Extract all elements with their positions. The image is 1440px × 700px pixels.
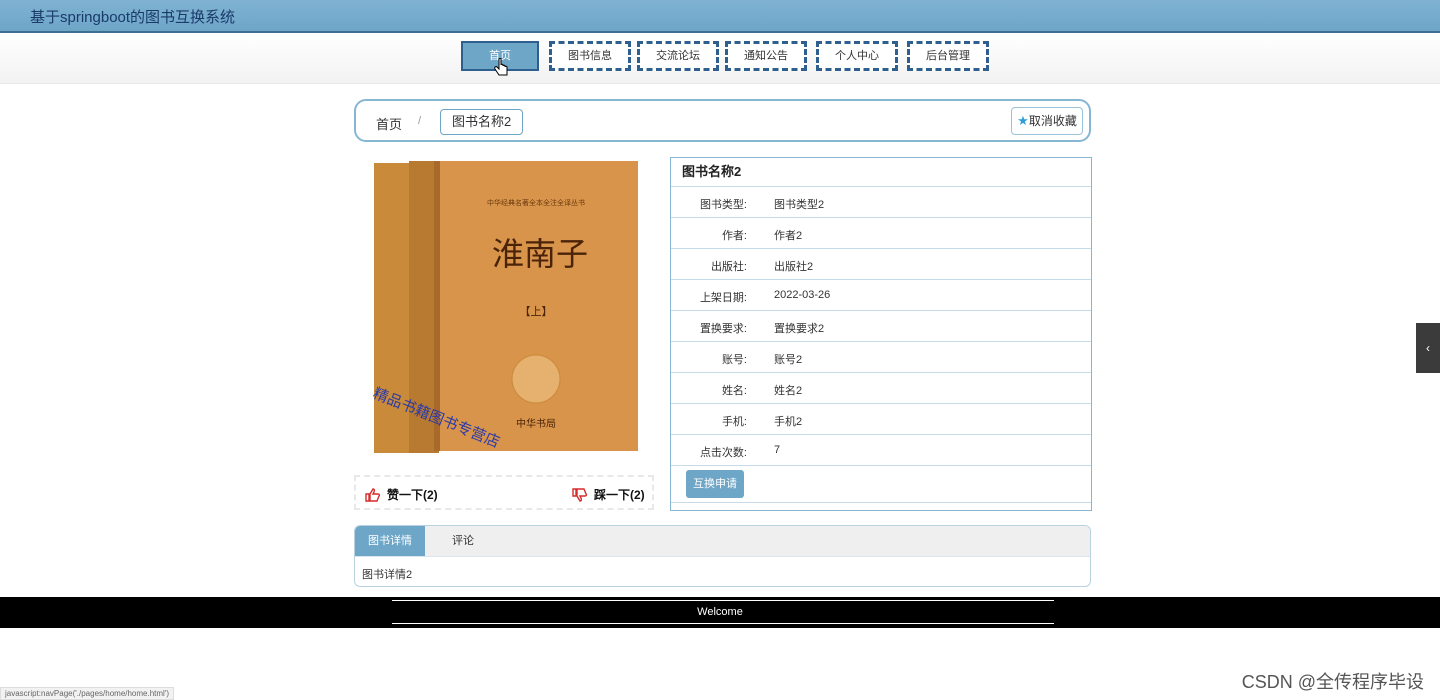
info-row-publisher: 出版社: 出版社2 — [671, 249, 1091, 280]
info-row-date: 上架日期: 2022-03-26 — [671, 280, 1091, 311]
like-button[interactable]: 赞一下(2) — [365, 486, 438, 503]
info-value: 图书类型2 — [774, 199, 825, 211]
swap-row: 互换申请 — [671, 466, 1091, 503]
csdn-watermark: CSDN @全传程序毕设 — [1241, 672, 1424, 692]
info-row-requirement: 置换要求: 置换要求2 — [671, 311, 1091, 342]
nav-forum[interactable]: 交流论坛 — [637, 41, 719, 71]
cover-series: 中华经典名著全本全注全译丛书 — [487, 198, 585, 207]
info-label: 点击次数: — [699, 447, 747, 459]
info-value: 2022-03-26 — [774, 289, 831, 301]
book-name: 图书名称2 — [671, 158, 1091, 187]
breadcrumb-separator: / — [418, 115, 422, 127]
side-panel-toggle[interactable]: ‹ — [1416, 323, 1440, 373]
info-label: 作者: — [721, 230, 747, 242]
like-label: 赞一下(2) — [387, 488, 438, 502]
info-value: 置换要求2 — [774, 323, 825, 335]
info-label: 手机: — [721, 416, 747, 428]
info-label: 出版社: — [710, 261, 747, 273]
cover-publisher: 中华书局 — [516, 417, 556, 430]
chevron-left-icon: ‹ — [1426, 341, 1430, 355]
info-value: 手机2 — [774, 416, 803, 428]
breadcrumb-current: 图书名称2 — [440, 109, 524, 135]
thumbs-down-icon — [572, 488, 588, 502]
info-row-name: 姓名: 姓名2 — [671, 373, 1091, 404]
tab-content: 图书详情2 — [362, 569, 413, 581]
app-title: 基于springboot的图书互换系统 — [30, 9, 236, 26]
nav-personal-center[interactable]: 个人中心 — [816, 41, 898, 71]
info-row-phone: 手机: 手机2 — [671, 404, 1091, 435]
tab-comments[interactable]: 评论 — [425, 526, 501, 556]
cover-volume: 【上】 — [520, 305, 553, 318]
info-label: 姓名: — [721, 385, 747, 397]
dislike-button[interactable]: 踩一下(2) — [572, 486, 645, 503]
status-bar-url: javascript:navPage('./pages/home/home.ht… — [0, 687, 175, 700]
nav-notice[interactable]: 通知公告 — [725, 41, 807, 71]
thumbs-up-icon — [365, 488, 381, 502]
cover-title: 淮南子 — [492, 235, 588, 273]
info-label: 上架日期: — [699, 292, 747, 304]
swap-request-button[interactable]: 互换申请 — [686, 470, 744, 498]
info-label: 账号: — [721, 354, 747, 366]
info-label: 图书类型: — [699, 199, 747, 211]
hand-cursor-icon — [494, 58, 508, 76]
info-value: 账号2 — [774, 354, 803, 366]
footer-text: Welcome — [697, 606, 743, 618]
detail-tabs: 图书详情 评论 图书详情2 — [354, 525, 1091, 587]
star-icon: ★ — [1017, 113, 1029, 128]
footer: Welcome — [0, 597, 1440, 628]
info-row-type: 图书类型: 图书类型2 — [671, 187, 1091, 218]
vote-bar: 赞一下(2) 踩一下(2) — [354, 475, 654, 510]
info-row-clicks: 点击次数: 7 — [671, 435, 1091, 466]
unfavorite-label: 取消收藏 — [1028, 114, 1077, 128]
tab-bar: 图书详情 评论 — [355, 526, 1090, 557]
info-label: 置换要求: — [699, 323, 747, 335]
dislike-label: 踩一下(2) — [594, 488, 645, 502]
main-nav: 首页 图书信息 交流论坛 通知公告 个人中心 后台管理 — [0, 33, 1440, 84]
nav-book-info[interactable]: 图书信息 — [549, 41, 631, 71]
tab-book-detail[interactable]: 图书详情 — [355, 526, 425, 556]
unfavorite-button[interactable]: ★取消收藏 — [1011, 107, 1083, 135]
breadcrumb-home[interactable]: 首页 — [376, 114, 402, 133]
info-value: 出版社2 — [774, 261, 814, 273]
info-value: 作者2 — [774, 230, 803, 242]
footer-divider-top — [392, 600, 1054, 601]
footer-divider-bottom — [392, 623, 1054, 624]
top-bar: 基于springboot的图书互换系统 — [0, 0, 1440, 33]
book-info-panel: 图书名称2 图书类型: 图书类型2 作者: 作者2 出版社: 出版社2 上架日期… — [670, 157, 1092, 511]
info-row-author: 作者: 作者2 — [671, 218, 1091, 249]
info-row-account: 账号: 账号2 — [671, 342, 1091, 373]
breadcrumb: 首页 / 图书名称2 ★取消收藏 — [354, 99, 1091, 142]
info-value: 7 — [774, 444, 781, 456]
nav-admin[interactable]: 后台管理 — [907, 41, 989, 71]
book-cover-image: 中华经典名著全本全注全译丛书 淮南子 【上】 中华书局 精品书籍图书专营店 — [354, 157, 654, 462]
info-value: 姓名2 — [774, 385, 803, 397]
